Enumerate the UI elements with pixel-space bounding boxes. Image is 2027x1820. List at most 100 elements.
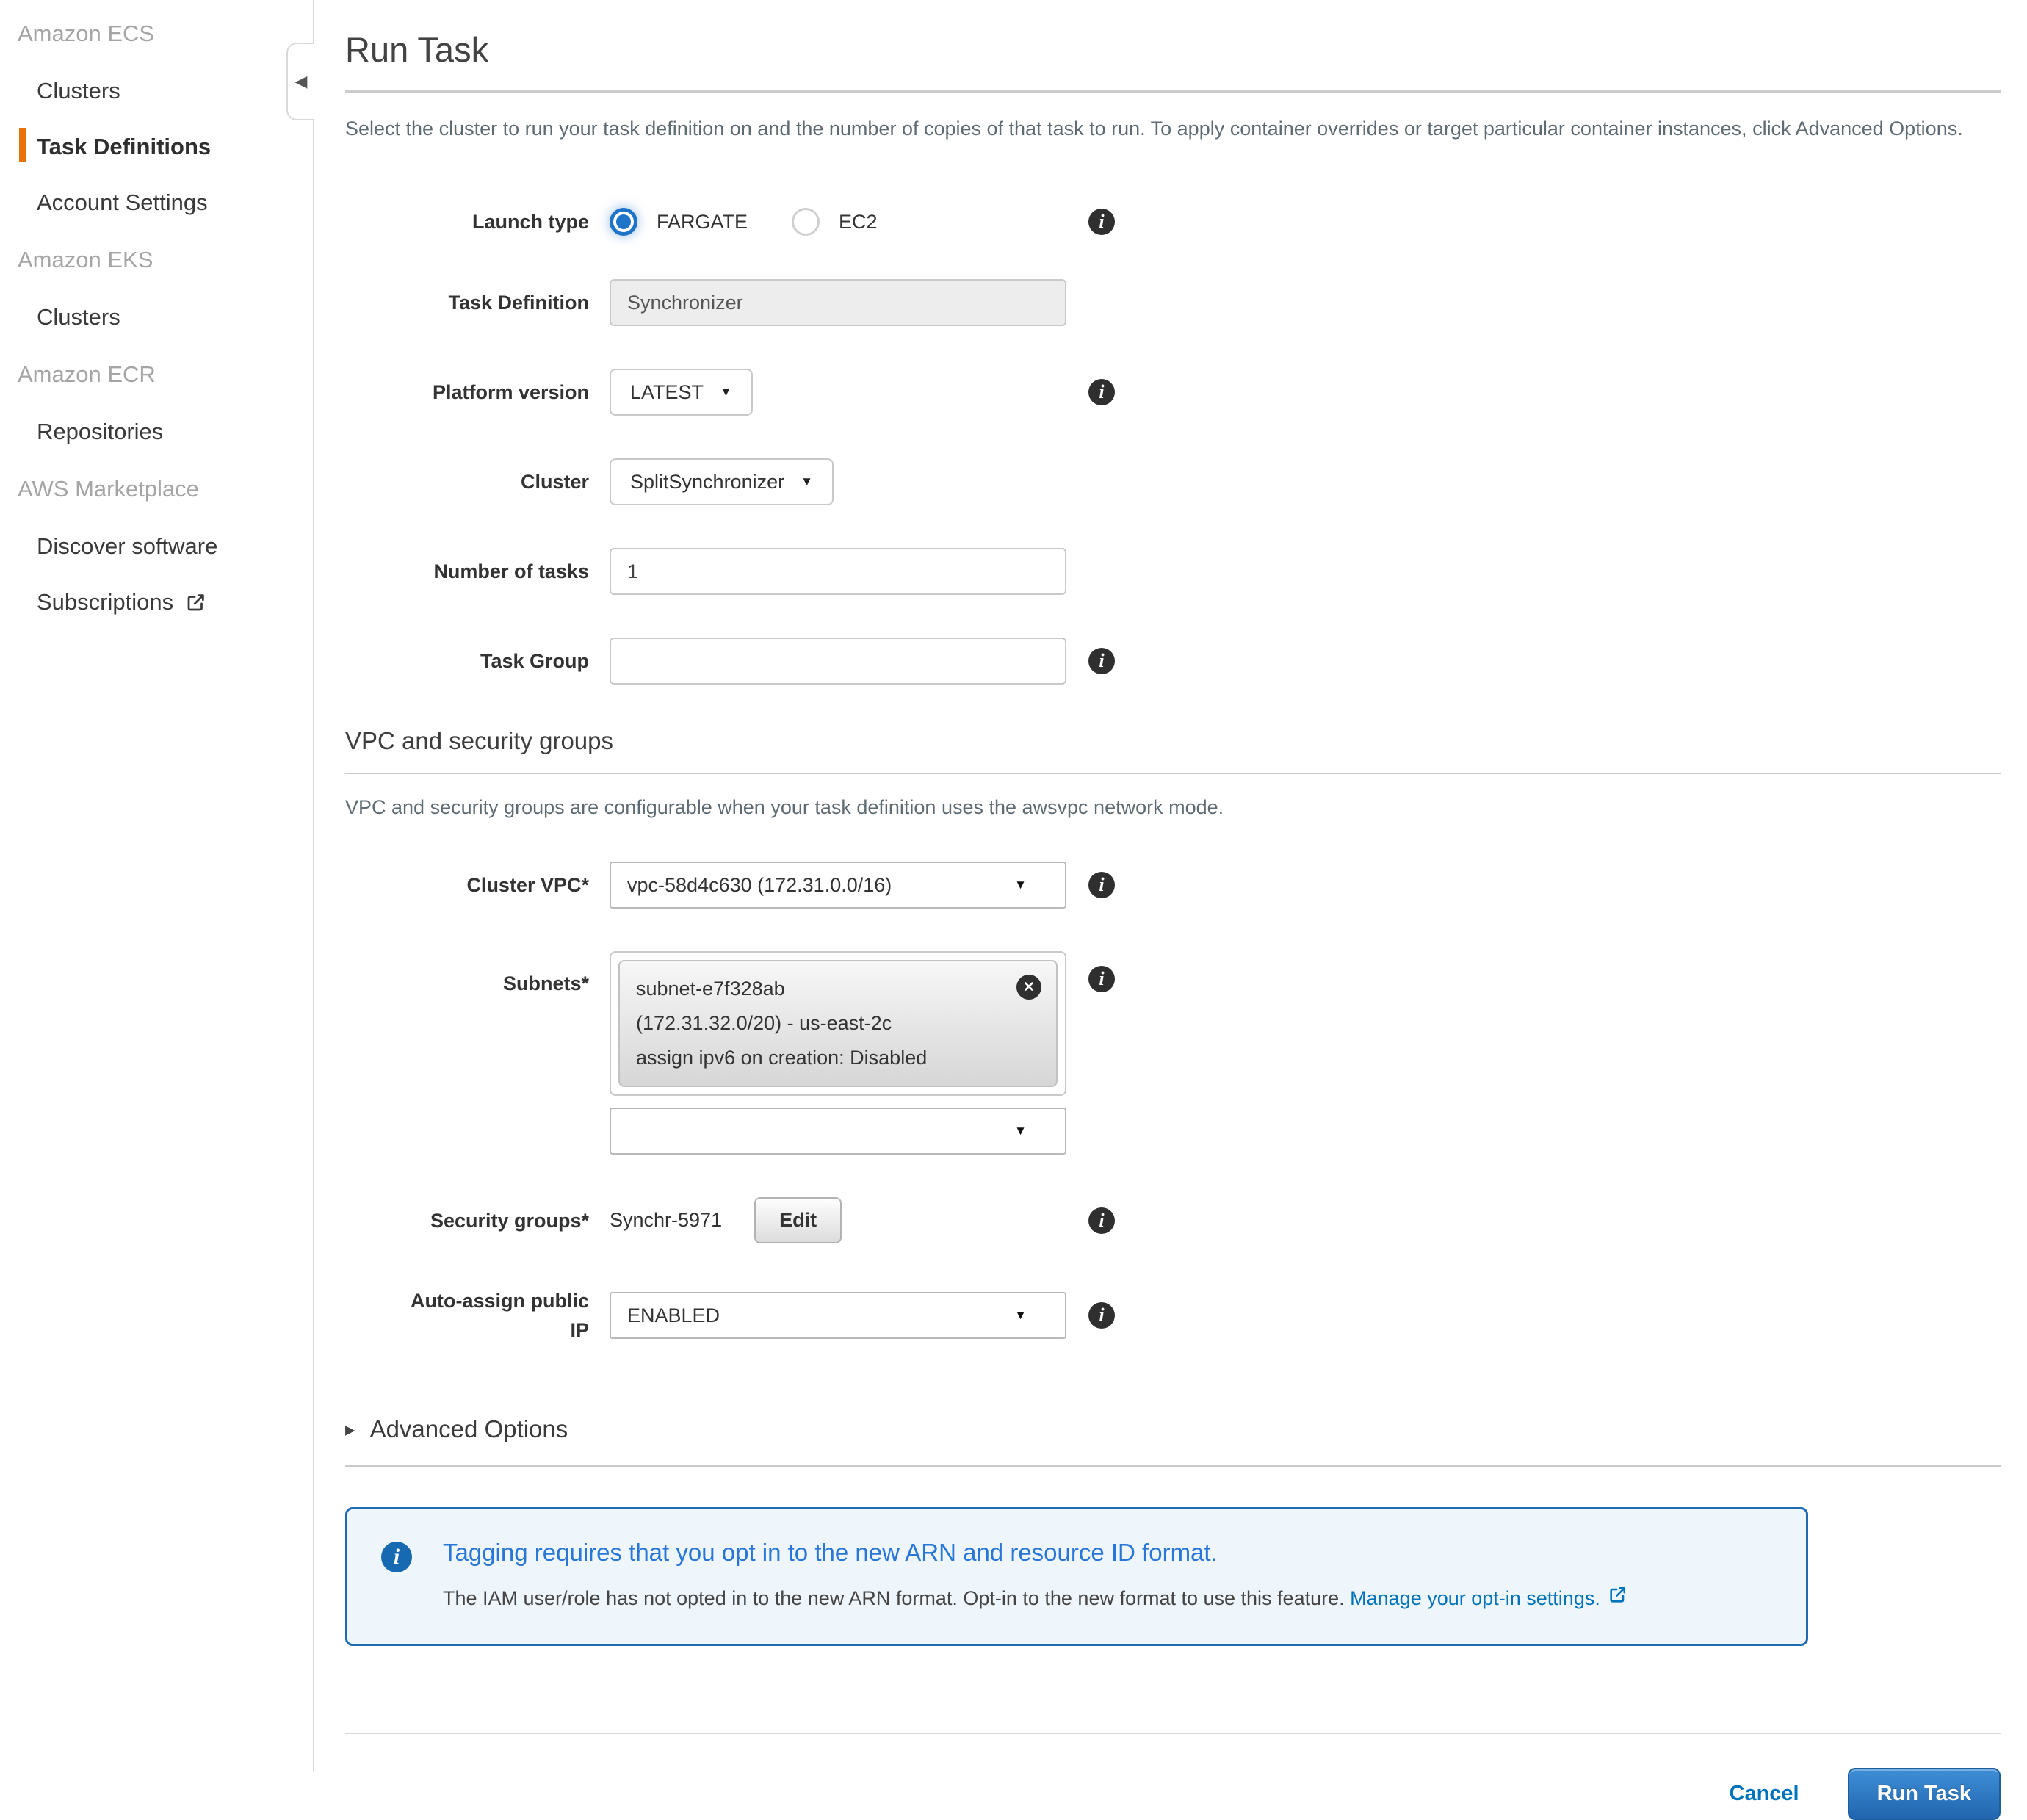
launch-type-label: Launch type: [345, 207, 589, 236]
info-icon[interactable]: i: [1088, 1207, 1115, 1234]
cluster-dropdown[interactable]: SplitSynchronizer ▼: [610, 458, 834, 505]
sidebar-item-account-settings[interactable]: Account Settings: [0, 175, 313, 231]
sidebar-item-label: Subscriptions: [37, 589, 173, 615]
manage-opt-in-settings-link[interactable]: Manage your opt-in settings.: [1350, 1587, 1628, 1609]
info-icon: i: [381, 1542, 412, 1572]
banner-title: Tagging requires that you opt in to the …: [443, 1539, 1628, 1567]
banner-body: The IAM user/role has not opted in to th…: [443, 1584, 1628, 1610]
task-definition-row: Task Definition: [345, 279, 2001, 326]
task-group-label: Task Group: [345, 646, 589, 676]
collapse-sidebar-icon: ◀: [295, 72, 308, 91]
cluster-row: Cluster SplitSynchronizer ▼: [345, 458, 2001, 505]
sidebar-item-label: Clusters: [37, 304, 120, 331]
vpc-section-title: VPC and security groups: [345, 727, 2001, 755]
sidebar-item-discover-software[interactable]: Discover software: [0, 519, 313, 574]
page-title: Run Task: [345, 29, 2001, 70]
chevron-down-icon: ▼: [1014, 1308, 1027, 1323]
footer-actions: Cancel Run Task: [345, 1768, 2001, 1820]
info-icon[interactable]: i: [1088, 966, 1115, 992]
sidebar-collapse-button[interactable]: ◀: [286, 43, 314, 120]
sidebar-section-aws-marketplace: AWS Marketplace: [0, 460, 313, 519]
main-content: Run Task Select the cluster to run your …: [345, 0, 2001, 1820]
chevron-down-icon: ▼: [1014, 1124, 1027, 1138]
subnet-chip-line: (172.31.32.0/20) - us-east-2c: [636, 1006, 1040, 1041]
caret-right-icon: ▸: [345, 1418, 355, 1441]
number-of-tasks-label: Number of tasks: [345, 557, 589, 586]
task-definition-input: [610, 279, 1066, 326]
footer-divider: [345, 1733, 2001, 1734]
info-icon[interactable]: i: [1088, 209, 1115, 235]
sidebar-item-ecs-clusters[interactable]: Clusters: [0, 63, 313, 119]
info-icon[interactable]: i: [1088, 379, 1115, 405]
cluster-vpc-select[interactable]: vpc-58d4c630 (172.31.0.0/16) ▼: [610, 862, 1066, 909]
run-task-form: Launch type FARGATE EC2 i Task Definitio…: [345, 207, 2001, 685]
advanced-options-toggle[interactable]: ▸ Advanced Options: [345, 1415, 2001, 1443]
number-of-tasks-row: Number of tasks: [345, 548, 2001, 595]
launch-type-options: FARGATE EC2: [610, 208, 1066, 236]
chevron-down-icon: ▼: [801, 474, 813, 489]
info-icon[interactable]: i: [1088, 872, 1115, 898]
title-divider: [345, 90, 2001, 93]
security-groups-label: Security groups*: [345, 1206, 589, 1235]
task-group-input[interactable]: [610, 638, 1066, 685]
banner-body-text: The IAM user/role has not opted in to th…: [443, 1587, 1345, 1609]
sidebar-section-amazon-ecr: Amazon ECR: [0, 345, 313, 404]
number-of-tasks-input[interactable]: [610, 548, 1066, 595]
sidebar-item-repositories[interactable]: Repositories: [0, 404, 313, 460]
info-icon[interactable]: i: [1088, 1302, 1115, 1329]
edit-security-groups-button[interactable]: Edit: [754, 1197, 842, 1243]
fargate-radio-option[interactable]: FARGATE: [610, 208, 748, 236]
cancel-button[interactable]: Cancel: [1730, 1782, 1799, 1806]
external-link-icon: [185, 591, 207, 613]
ec2-radio-label: EC2: [839, 211, 878, 234]
sidebar-item-label: Discover software: [37, 533, 217, 560]
auto-assign-ip-value: ENABLED: [627, 1304, 720, 1327]
vpc-section-header: VPC and security groups VPC and security…: [345, 727, 2001, 819]
advanced-options-divider: [345, 1465, 2001, 1467]
subnets-label: Subnets*: [345, 951, 589, 998]
vpc-section-description: VPC and security groups are configurable…: [345, 796, 2001, 819]
cluster-vpc-value: vpc-58d4c630 (172.31.0.0/16): [627, 874, 892, 897]
cluster-vpc-row: Cluster VPC* vpc-58d4c630 (172.31.0.0/16…: [345, 862, 2001, 909]
sidebar-item-label: Clusters: [37, 78, 120, 104]
subnets-selected-box: subnet-e7f328ab (172.31.32.0/20) - us-ea…: [610, 951, 1066, 1096]
subnet-chip-line: subnet-e7f328ab: [636, 972, 1040, 1006]
ec2-radio-option[interactable]: EC2: [792, 208, 878, 236]
ec2-radio[interactable]: [792, 208, 820, 236]
cluster-value: SplitSynchronizer: [630, 471, 784, 494]
external-link-icon: [1608, 1584, 1628, 1605]
info-icon[interactable]: i: [1088, 648, 1115, 674]
radio-dot: [616, 214, 631, 229]
auto-assign-ip-select[interactable]: ENABLED ▼: [610, 1292, 1066, 1339]
sidebar-item-subscriptions[interactable]: Subscriptions: [0, 574, 313, 630]
sidebar-item-eks-clusters[interactable]: Clusters: [0, 289, 313, 345]
run-task-button[interactable]: Run Task: [1848, 1768, 2001, 1820]
subnet-chip-line: assign ipv6 on creation: Disabled: [636, 1041, 1040, 1075]
vpc-section-divider: [345, 773, 2001, 774]
sidebar-item-label: Account Settings: [37, 189, 208, 216]
platform-version-row: Platform version LATEST ▼ i: [345, 369, 2001, 416]
security-groups-row: Security groups* Synchr-5971 Edit i: [345, 1197, 2001, 1243]
platform-version-dropdown[interactable]: LATEST ▼: [610, 369, 753, 416]
cluster-label: Cluster: [345, 467, 589, 496]
tagging-info-banner: i Tagging requires that you opt in to th…: [345, 1507, 1808, 1646]
sidebar-item-label: Repositories: [37, 419, 163, 445]
sidebar-section-amazon-ecs: Amazon ECS: [0, 4, 313, 63]
fargate-radio-label: FARGATE: [657, 211, 748, 234]
chevron-down-icon: ▼: [720, 385, 732, 400]
subnet-chip: subnet-e7f328ab (172.31.32.0/20) - us-ea…: [618, 960, 1058, 1087]
sidebar-item-task-definitions[interactable]: Task Definitions: [0, 119, 313, 175]
active-item-indicator: [19, 128, 26, 162]
task-group-row: Task Group i: [345, 638, 2001, 685]
fargate-radio[interactable]: [610, 208, 637, 236]
subnets-add-select[interactable]: ▼: [610, 1108, 1066, 1155]
sidebar: Amazon ECS Clusters Task Definitions Acc…: [0, 0, 314, 1772]
security-group-value: Synchr-5971: [610, 1209, 722, 1232]
platform-version-value: LATEST: [630, 381, 704, 404]
advanced-options-label: Advanced Options: [370, 1415, 568, 1443]
page-description: Select the cluster to run your task defi…: [345, 112, 2001, 145]
launch-type-row: Launch type FARGATE EC2 i: [345, 207, 2001, 236]
cluster-vpc-label: Cluster VPC*: [345, 870, 589, 900]
close-icon[interactable]: ✕: [1016, 975, 1041, 1000]
platform-version-label: Platform version: [345, 378, 589, 407]
